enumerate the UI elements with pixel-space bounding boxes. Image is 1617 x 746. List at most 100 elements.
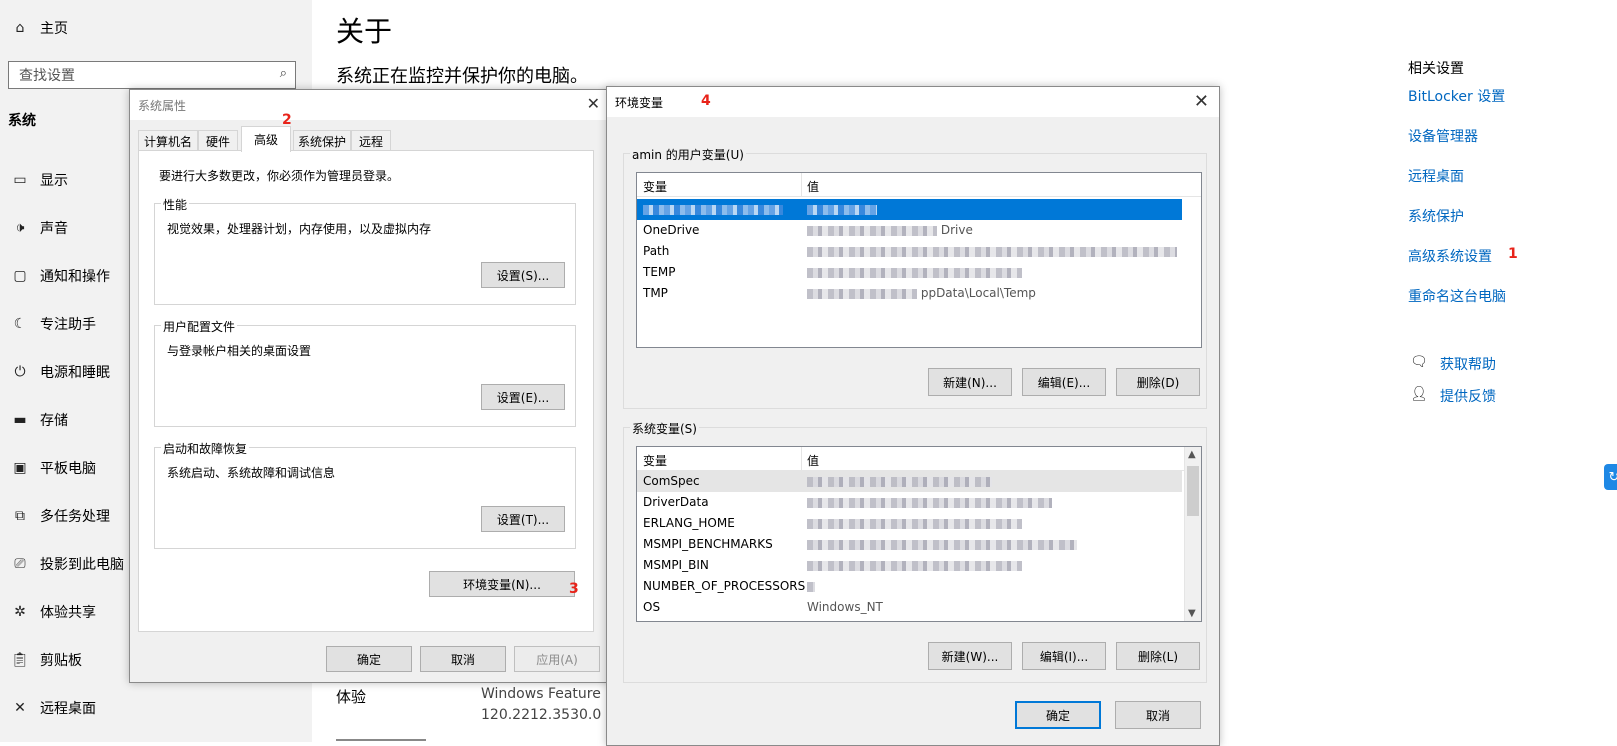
tab-system-protection[interactable]: 系统保护 [293, 130, 351, 151]
help-icon: 🗨 [1410, 354, 1428, 370]
ok-button[interactable]: 确定 [326, 646, 412, 672]
tab-advanced[interactable]: 高级 [241, 126, 291, 152]
performance-desc: 视觉效果，处理器计划，内存使用，以及虚拟内存 [167, 222, 432, 236]
system-protection-link[interactable]: 系统保护 [1408, 206, 1464, 226]
column-name-header[interactable]: 变量 [643, 178, 667, 195]
sidebar-item-remote[interactable]: ✕ 远程桌面 [8, 693, 96, 723]
scroll-thumb[interactable] [1187, 466, 1199, 516]
page-title: 关于 [336, 15, 393, 48]
sidebar-item-share[interactable]: ✲ 体验共享 [8, 597, 96, 627]
scroll-up-icon[interactable]: ▲ [1188, 449, 1196, 460]
floating-link-icon[interactable]: ↻ [1604, 464, 1617, 490]
table-row[interactable]: ERLANG_HOME [637, 513, 1182, 534]
environment-variables-dialog: 环境变量 ✕ 4 amin 的用户变量(U) 变量 值 OneDrive Dri… [606, 86, 1220, 746]
table-row[interactable]: DriverData [637, 492, 1182, 513]
sidebar-item-display[interactable]: ▭ 显示 [8, 165, 68, 195]
table-row[interactable]: MSMPI_BIN [637, 555, 1182, 576]
variable-value: ppData\Local\Temp [807, 286, 1036, 300]
system-delete-button[interactable]: 删除(L) [1116, 642, 1200, 670]
sidebar-item-power[interactable]: ⏻ 电源和睡眠 [8, 357, 110, 387]
sidebar-item-notifications[interactable]: ▢ 通知和操作 [8, 261, 110, 291]
user-new-button[interactable]: 新建(N)... [928, 368, 1012, 396]
sidebar-item-clipboard[interactable]: 📋︎ 剪贴板 [8, 645, 82, 675]
system-new-button[interactable]: 新建(W)... [928, 642, 1012, 670]
variable-name: TMP [643, 286, 668, 300]
device-manager-link[interactable]: 设备管理器 [1408, 126, 1478, 146]
scroll-down-icon[interactable]: ▼ [1188, 608, 1196, 619]
table-row[interactable]: MSMPI_BENCHMARKS [637, 534, 1182, 555]
performance-settings-button[interactable]: 设置(S)... [481, 262, 565, 288]
search-input[interactable]: 查找设置 ⌕ [8, 61, 296, 89]
experience-value: Windows Feature Ex [481, 686, 623, 702]
variable-value [807, 202, 877, 216]
sidebar-item-label: 剪贴板 [40, 653, 82, 669]
tab-hardware[interactable]: 硬件 [198, 130, 238, 151]
system-edit-button[interactable]: 编辑(I)... [1022, 642, 1106, 670]
tab-computer-name[interactable]: 计算机名 [138, 130, 198, 151]
home-icon: ⌂ [15, 20, 25, 36]
bitlocker-link[interactable]: BitLocker 设置 [1408, 86, 1505, 106]
system-variables-group: 系统变量(S) 变量 值 ComSpec DriverData ERLANG_H… [623, 420, 1207, 683]
close-icon[interactable]: ✕ [587, 94, 600, 113]
column-value-header[interactable]: 值 [807, 452, 819, 469]
user-variables-label: amin 的用户变量(U) [630, 146, 746, 163]
list-header: 变量 值 [637, 447, 1201, 471]
table-row[interactable]: Path [637, 241, 1182, 262]
column-value-header[interactable]: 值 [807, 178, 819, 195]
table-row[interactable]: TEMP [637, 262, 1182, 283]
table-row[interactable] [637, 199, 1182, 220]
variable-name: ComSpec [643, 474, 700, 488]
performance-group: 性能 视觉效果，处理器计划，内存使用，以及虚拟内存 设置(S)... [154, 196, 576, 305]
column-name-header[interactable]: 变量 [643, 452, 667, 469]
remote-desktop-link[interactable]: 远程桌面 [1408, 166, 1464, 186]
system-variables-list[interactable]: 变量 值 ComSpec DriverData ERLANG_HOME MSMP… [636, 446, 1202, 622]
user-profiles-desc: 与登录帐户相关的桌面设置 [167, 344, 312, 358]
experience-version: 120.2212.3530.0 [481, 707, 602, 723]
user-edit-button[interactable]: 编辑(E)... [1022, 368, 1106, 396]
environment-variables-button[interactable]: 环境变量(N)... [429, 571, 575, 597]
sidebar-item-label: 多任务处理 [40, 509, 110, 525]
sidebar-item-label: 远程桌面 [40, 701, 96, 717]
get-help-link[interactable]: 获取帮助 [1440, 354, 1496, 374]
sidebar-item-tablet[interactable]: ▣ 平板电脑 [8, 453, 96, 483]
sidebar-item-project[interactable]: ⎚ 投影到此电脑 [8, 549, 124, 579]
apply-button[interactable]: 应用(A) [514, 646, 600, 672]
variable-value [807, 537, 1077, 551]
table-row[interactable]: ComSpec [637, 471, 1182, 492]
cancel-button[interactable]: 取消 [420, 646, 506, 672]
rename-pc-link[interactable]: 重命名这台电脑 [1408, 286, 1506, 306]
user-variables-list[interactable]: 变量 值 OneDrive Drive Path TEMP TMP ppData… [636, 172, 1202, 348]
sidebar-item-sound[interactable]: 🕩 声音 [8, 213, 68, 243]
sidebar-item-focus[interactable]: ☾ 专注助手 [8, 309, 96, 339]
feedback-link[interactable]: 提供反馈 [1440, 386, 1496, 406]
user-profiles-settings-button[interactable]: 设置(E)... [481, 384, 565, 410]
multitask-icon: ⧉ [15, 508, 25, 524]
vertical-scrollbar[interactable]: ▲ ▼ [1184, 447, 1201, 621]
sidebar-item-multitask[interactable]: ⧉ 多任务处理 [8, 501, 110, 531]
user-delete-button[interactable]: 删除(D) [1116, 368, 1200, 396]
system-variables-label: 系统变量(S) [630, 420, 699, 437]
startup-settings-button[interactable]: 设置(T)... [481, 506, 565, 532]
list-header: 变量 值 [637, 173, 1201, 197]
sidebar-home-label: 主页 [40, 21, 68, 37]
close-icon[interactable]: ✕ [1194, 91, 1209, 112]
sidebar-home[interactable]: ⌂ 主页 [8, 13, 68, 43]
power-icon: ⏻ [14, 364, 26, 380]
env-cancel-button[interactable]: 取消 [1115, 701, 1201, 729]
advanced-system-settings-link[interactable]: 高级系统设置 [1408, 246, 1492, 266]
system-properties-dialog: 系统属性 ✕ 2 计算机名 硬件 高级 系统保护 远程 要进行大多数更改，你必须… [129, 89, 611, 683]
variable-name: MSMPI_BENCHMARKS [643, 537, 773, 551]
table-row[interactable]: TMP ppData\Local\Temp [637, 283, 1182, 304]
variable-value [807, 495, 1052, 509]
speaker-icon: 🕩 [15, 220, 25, 236]
variable-value [807, 244, 1177, 258]
table-row[interactable]: OneDrive Drive [637, 220, 1182, 241]
search-icon[interactable]: ⌕ [280, 66, 287, 81]
table-row[interactable]: NUMBER_OF_PROCESSORS [637, 576, 1182, 597]
table-row[interactable]: OS Windows_NT [637, 597, 1182, 618]
tab-remote[interactable]: 远程 [351, 130, 391, 151]
sidebar-item-storage[interactable]: ▬ 存储 [8, 405, 68, 435]
sidebar-item-label: 显示 [40, 173, 68, 189]
env-ok-button[interactable]: 确定 [1015, 701, 1101, 729]
variable-value: Drive [807, 223, 973, 237]
